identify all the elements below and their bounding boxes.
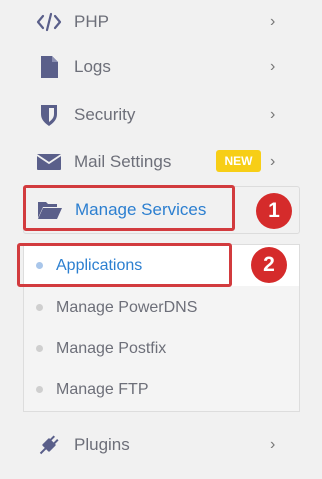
- submenu-item-label: Manage Postfix: [56, 339, 167, 357]
- highlight-box-step1: [23, 185, 235, 231]
- sidebar-item-php[interactable]: PHP ›: [0, 0, 322, 44]
- new-badge: NEW: [216, 150, 261, 172]
- shield-icon: [36, 102, 62, 128]
- sidebar-item-plugins[interactable]: Plugins ›: [0, 423, 322, 467]
- submenu-item-manage-ftp[interactable]: Manage FTP: [24, 369, 299, 410]
- sidebar-item-logs[interactable]: Logs ›: [0, 45, 322, 89]
- sidebar-item-label: Plugins: [74, 435, 130, 454]
- submenu-item-label: Manage FTP: [56, 380, 149, 398]
- sidebar-item-label: PHP: [74, 12, 109, 31]
- step-number-2: 2: [251, 247, 287, 283]
- sidebar-item-label: Security: [74, 105, 136, 124]
- submenu-item-label: Manage PowerDNS: [56, 298, 198, 316]
- bullet-dot-icon: [36, 386, 43, 393]
- sidebar-item-label: Mail Settings: [74, 152, 172, 171]
- bullet-dot-icon: [36, 304, 43, 311]
- envelope-icon: [36, 149, 62, 175]
- chevron-right-icon: ›: [270, 58, 276, 75]
- chevron-right-icon: ›: [270, 13, 276, 30]
- plug-icon: [36, 432, 62, 458]
- step-number-1: 1: [256, 193, 292, 229]
- highlight-box-step2: [17, 243, 232, 287]
- submenu-item-manage-powerdns[interactable]: Manage PowerDNS: [24, 287, 299, 328]
- chevron-right-icon: ›: [270, 436, 276, 453]
- chevron-right-icon: ›: [270, 153, 276, 170]
- submenu-item-manage-postfix[interactable]: Manage Postfix: [24, 328, 299, 369]
- bullet-dot-icon: [36, 345, 43, 352]
- code-icon: [36, 9, 62, 35]
- chevron-right-icon: ›: [270, 106, 276, 123]
- sidebar-item-label: Logs: [74, 57, 111, 76]
- file-icon: [36, 54, 62, 80]
- sidebar-item-mail-settings[interactable]: Mail Settings ›: [0, 140, 322, 184]
- sidebar-item-security[interactable]: Security ›: [0, 93, 322, 137]
